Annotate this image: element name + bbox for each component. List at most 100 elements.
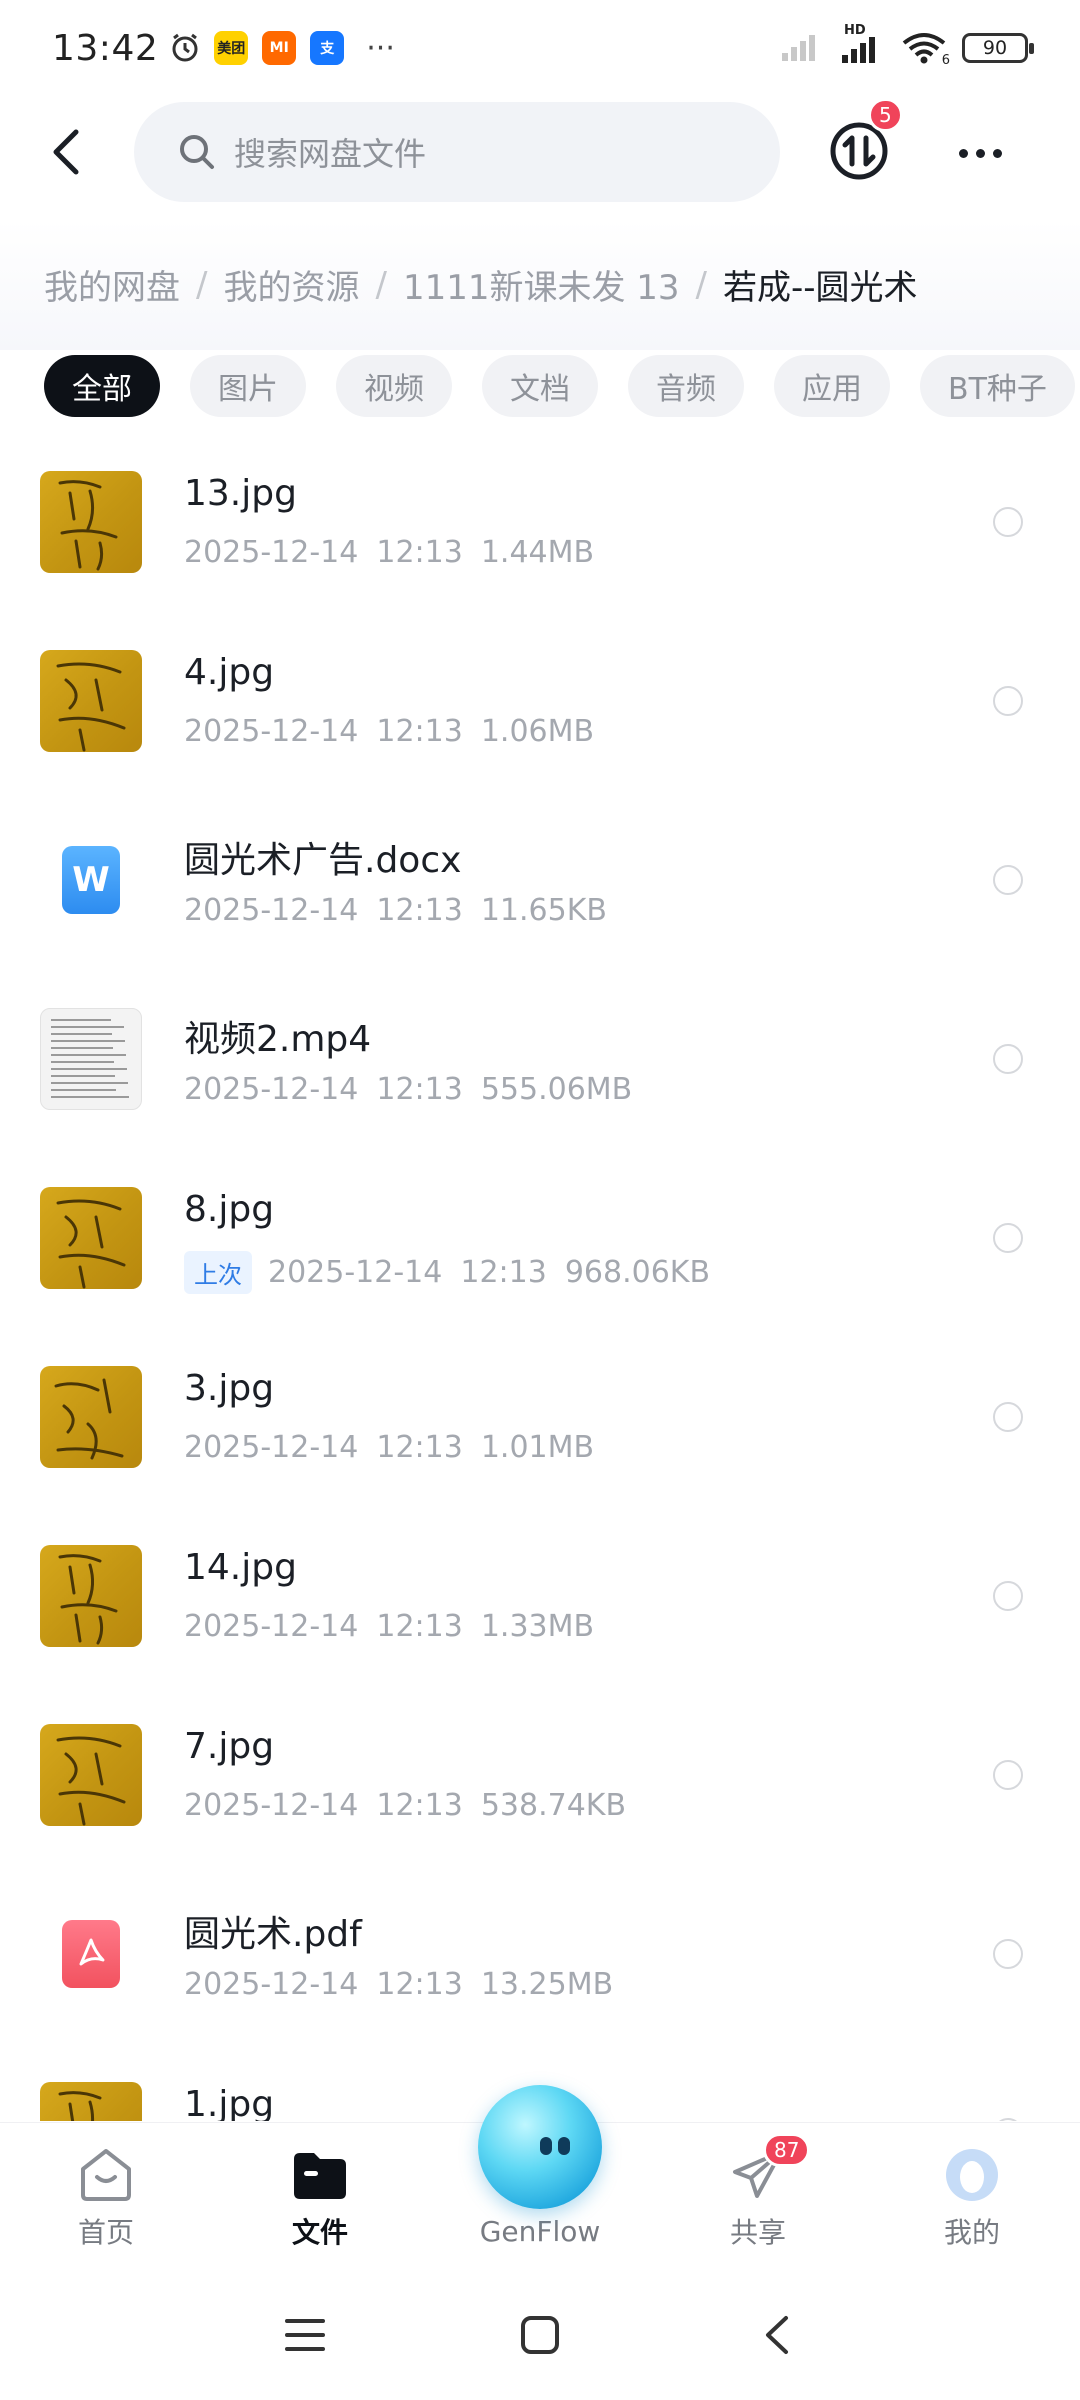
file-date: 2025-12-14 [184, 1967, 359, 2002]
file-time: 12:13 [376, 1788, 463, 1823]
select-checkbox[interactable] [993, 865, 1023, 895]
word-w-icon: W [62, 846, 120, 914]
image-thumbnail [40, 2082, 142, 2121]
file-row[interactable]: 视频2.mp4 2025-12-14 12:13 555.06MB [0, 992, 1080, 1171]
file-date: 2025-12-14 [184, 893, 359, 928]
breadcrumb-link[interactable]: 我的网盘 [44, 260, 180, 309]
nav-label-profile: 我的 [943, 2216, 1000, 2249]
file-time: 12:13 [376, 1072, 463, 1107]
more-dot-icon [958, 148, 968, 158]
nav-label-home: 首页 [77, 2216, 134, 2249]
filter-chip[interactable]: 应用 [774, 355, 890, 417]
back-arrow-icon[interactable] [752, 2310, 802, 2360]
file-name: 3.jpg [184, 1368, 275, 1409]
file-name: 13.jpg [184, 473, 297, 514]
select-checkbox[interactable] [993, 507, 1023, 537]
select-checkbox[interactable] [993, 1760, 1023, 1790]
file-meta: 2025-12-14 12:13 13.25MB [184, 1967, 631, 2002]
status-time: 13:42 [52, 27, 159, 69]
system-navigation-bar [0, 2262, 1080, 2400]
signal-icon [782, 31, 826, 65]
status-right-group: HD 6 90 [782, 23, 1034, 68]
nav-label-files: 文件 [291, 2216, 348, 2249]
filter-chip[interactable]: 音频 [628, 355, 744, 417]
file-meta: 2025-12-14 12:13 1.44MB [184, 535, 612, 570]
top-header: 搜索网盘文件 5 [0, 98, 1080, 204]
nav-item-home[interactable]: 首页 [36, 2147, 176, 2251]
file-size: 1.06MB [480, 714, 595, 749]
file-row[interactable]: W 圆光术广告.docx 2025-12-14 12:13 11.65KB [0, 813, 1080, 992]
nav-label-genflow: GenFlow [479, 2215, 601, 2248]
back-chevron-icon [53, 129, 79, 175]
select-checkbox[interactable] [993, 1581, 1023, 1611]
menu-icon[interactable] [280, 2310, 330, 2360]
select-checkbox[interactable] [993, 686, 1023, 716]
filter-chip[interactable]: BT种子 [920, 355, 1075, 417]
battery-level: 90 [982, 37, 1008, 59]
file-row[interactable]: 13.jpg 2025-12-14 12:13 1.44MB [0, 455, 1080, 634]
pdf-file-icon [40, 1903, 142, 2005]
mi-icon: MI [262, 31, 297, 65]
file-name: 8.jpg [184, 1189, 275, 1230]
folder-icon [289, 2147, 351, 2203]
orb-eye-right [558, 2137, 570, 2155]
file-name: 视频2.mp4 [184, 1019, 372, 1060]
genflow-orb-icon[interactable] [478, 2085, 602, 2209]
file-time: 12:13 [376, 893, 463, 928]
select-checkbox[interactable] [993, 2118, 1023, 2121]
file-meta: 2025-12-14 12:13 1.06MB [184, 714, 612, 749]
file-size: 1.01MB [480, 1430, 595, 1465]
image-thumbnail [40, 650, 142, 752]
file-date: 2025-12-14 [184, 1430, 359, 1465]
transfer-list-button[interactable]: 5 [828, 98, 903, 182]
file-meta: 2025-12-14 12:13 538.74KB [184, 1788, 644, 1823]
file-date: 2025-12-14 [184, 1609, 359, 1644]
more-options-button[interactable] [950, 128, 1010, 178]
file-size: 11.65KB [480, 893, 607, 928]
select-checkbox[interactable] [993, 1044, 1023, 1074]
signal-hd-icon: HD [842, 23, 886, 63]
search-icon [180, 135, 214, 169]
file-time: 12:13 [460, 1255, 547, 1290]
file-row[interactable]: 3.jpg 2025-12-14 12:13 1.01MB [0, 1350, 1080, 1529]
breadcrumb-separator: / [695, 264, 708, 305]
filter-chip[interactable]: 视频 [336, 355, 452, 417]
file-name: 4.jpg [184, 652, 275, 693]
more-dot-icon [975, 148, 985, 158]
nav-item-genflow[interactable]: GenFlow [470, 2215, 610, 2248]
file-type-filter: 全部 图片 视频 文档 音频 应用 BT种子 [44, 355, 1075, 417]
file-date: 2025-12-14 [184, 1072, 359, 1107]
filter-chip[interactable]: 文档 [482, 355, 598, 417]
nav-item-profile[interactable]: 我的 [902, 2147, 1042, 2251]
word-doc-icon: W [40, 829, 142, 931]
search-input[interactable]: 搜索网盘文件 [134, 102, 780, 202]
video-thumbnail [40, 1008, 142, 1110]
nav-item-share[interactable]: 87 共享 [688, 2133, 828, 2251]
file-row[interactable]: 7.jpg 2025-12-14 12:13 538.74KB [0, 1708, 1080, 1887]
file-time: 12:13 [376, 1967, 463, 2002]
filter-chip[interactable]: 图片 [190, 355, 306, 417]
breadcrumb-area: 我的网盘 / 我的资源 / 1111新课未发 13 / 若成--圆光术 [0, 220, 1080, 350]
file-row[interactable]: 8.jpg 上次 2025-12-14 12:13 968.06KB [0, 1171, 1080, 1350]
file-row[interactable]: 圆光术.pdf 2025-12-14 12:13 13.25MB [0, 1887, 1080, 2066]
file-date: 2025-12-14 [268, 1255, 443, 1290]
home-square-icon[interactable] [515, 2310, 565, 2360]
filter-chip[interactable]: 全部 [44, 355, 160, 417]
select-checkbox[interactable] [993, 1939, 1023, 1969]
file-name: 1.jpg [184, 2084, 275, 2121]
breadcrumb-link[interactable]: 1111新课未发 13 [403, 260, 680, 309]
transfer-badge: 5 [868, 98, 903, 132]
breadcrumb-link[interactable]: 我的资源 [223, 260, 359, 309]
meituan-icon: 美团 [214, 31, 249, 65]
select-checkbox[interactable] [993, 1223, 1023, 1253]
status-bar: 13:42 美团 MI 支 ··· HD 6 90 [0, 0, 1080, 96]
back-button[interactable] [36, 122, 96, 182]
file-row[interactable]: 14.jpg 2025-12-14 12:13 1.33MB [0, 1529, 1080, 1708]
select-checkbox[interactable] [993, 1402, 1023, 1432]
nav-item-files[interactable]: 文件 [250, 2147, 390, 2251]
breadcrumb-current: 若成--圆光术 [723, 268, 918, 308]
file-row[interactable]: 4.jpg 2025-12-14 12:13 1.06MB [0, 634, 1080, 813]
network-label: HD [844, 23, 866, 38]
file-date: 2025-12-14 [184, 535, 359, 570]
status-app-icons: 美团 MI 支 [214, 31, 345, 65]
